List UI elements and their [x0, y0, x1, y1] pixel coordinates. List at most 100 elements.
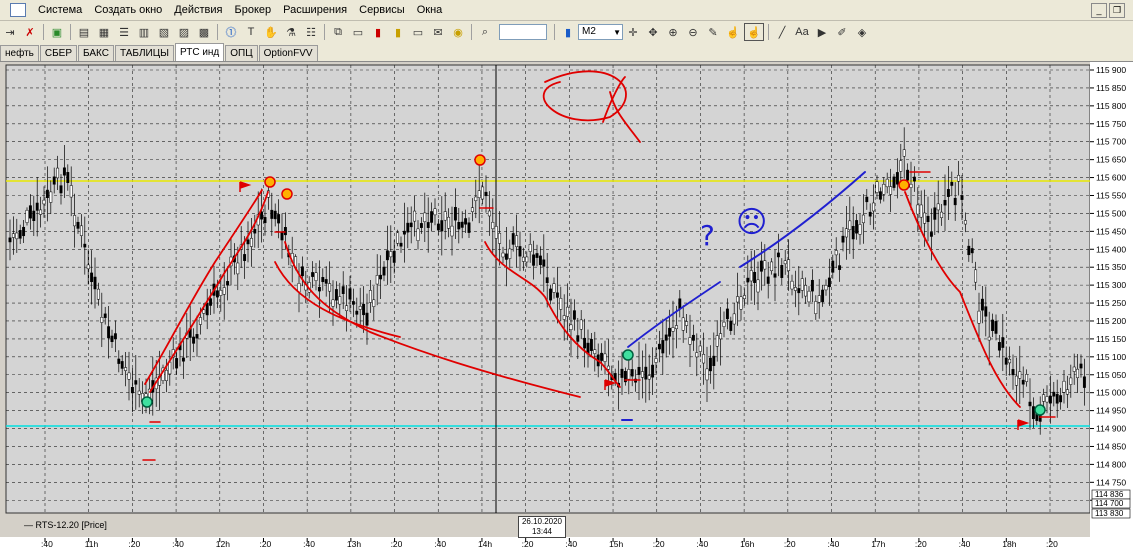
candle-body: [919, 204, 923, 218]
menu-create-window[interactable]: Создать окно: [88, 4, 168, 16]
candle-body: [457, 222, 461, 230]
search-icon[interactable]: ⌕: [476, 24, 494, 40]
candle-body: [817, 295, 821, 303]
candle-body: [960, 195, 964, 200]
bar-chart-icon[interactable]: ▮: [559, 24, 577, 40]
candle-body: [501, 252, 505, 258]
candle-body: [321, 277, 325, 283]
candle-body: [385, 250, 389, 261]
candle-body: [436, 223, 440, 231]
tab-sber[interactable]: СБЕР: [39, 45, 78, 61]
portfolio-icon[interactable]: ▧: [155, 24, 173, 40]
x-tick-label: :40: [172, 539, 184, 548]
layout-icon[interactable]: ⧉: [329, 24, 347, 40]
candle-body: [76, 221, 80, 229]
candle-body: [117, 358, 121, 364]
candle-body: [1082, 376, 1086, 388]
x-tick-label: :40: [303, 539, 315, 548]
candle-body: [736, 296, 740, 303]
candle-body: [579, 319, 583, 330]
candle-body: [300, 266, 304, 277]
trades-icon[interactable]: ▥: [135, 24, 153, 40]
alert-icon[interactable]: ⓵: [222, 24, 240, 40]
menu-broker[interactable]: Брокер: [229, 4, 278, 16]
candle-body: [277, 214, 281, 224]
tab-rts-index[interactable]: РТС инд: [174, 43, 225, 61]
script-icon[interactable]: ☷: [302, 24, 320, 40]
candle-body: [273, 210, 277, 220]
menu-services[interactable]: Сервисы: [353, 4, 411, 16]
candle-body: [409, 222, 413, 228]
chart-yellow-icon[interactable]: ▮: [389, 24, 407, 40]
candle-body: [664, 334, 668, 341]
candle-body: [902, 149, 906, 157]
zoom-out-icon[interactable]: ⊖: [684, 24, 702, 40]
legend-label: RTS-12.20 [Price]: [35, 520, 107, 530]
disconnect-icon[interactable]: ✗: [21, 24, 39, 40]
candle-body: [66, 172, 70, 184]
mail-icon[interactable]: ✉: [429, 24, 447, 40]
hand-active-icon[interactable]: ☝: [744, 23, 764, 41]
search-input[interactable]: [499, 24, 547, 40]
line-tool-icon[interactable]: ╱: [773, 24, 791, 40]
chart-red-icon[interactable]: ▮: [369, 24, 387, 40]
candle-body: [11, 233, 15, 238]
arrow-tool-icon[interactable]: ▶: [813, 24, 831, 40]
new-window-icon[interactable]: ▣: [48, 24, 66, 40]
tab-tables[interactable]: ТАБЛИЦЫ: [114, 45, 174, 61]
menu-windows[interactable]: Окна: [411, 4, 449, 16]
app-icon[interactable]: [10, 3, 26, 17]
tab-neft[interactable]: нефть: [0, 45, 39, 61]
candle-body: [518, 246, 522, 257]
candle-body: [834, 250, 838, 256]
tab-baks[interactable]: БАКС: [78, 45, 114, 61]
tab-optionfvv[interactable]: OptionFVV: [258, 45, 318, 61]
candle-body: [630, 369, 634, 377]
price-chart[interactable]: 115 900 115 850 115 800 115 750 115 700 115 6…: [0, 62, 1133, 548]
crosshair-icon[interactable]: ✛: [624, 24, 642, 40]
pencil-icon[interactable]: ✎: [704, 24, 722, 40]
candle-body: [430, 211, 434, 223]
candle-body: [722, 321, 726, 327]
report-icon[interactable]: ▩: [195, 24, 213, 40]
zoom-in-icon[interactable]: ⊕: [664, 24, 682, 40]
candle-body: [980, 298, 984, 311]
move-icon[interactable]: ✥: [644, 24, 662, 40]
candle-body: [345, 305, 349, 311]
price-badge-label: 113 830: [1095, 509, 1124, 518]
database-icon[interactable]: ◉: [449, 24, 467, 40]
minimize-icon[interactable]: _: [1091, 3, 1107, 18]
candle-body: [705, 368, 709, 381]
hand-tool-icon[interactable]: ☝: [724, 24, 742, 40]
candle-body: [494, 226, 498, 239]
chart-window[interactable]: 115 900 115 850 115 800 115 750 115 700 115 6…: [0, 62, 1133, 548]
candle-body: [508, 248, 512, 259]
text-size-icon[interactable]: Aa: [793, 24, 811, 40]
orders-icon[interactable]: ☰: [115, 24, 133, 40]
restore-icon[interactable]: ❐: [1109, 3, 1125, 18]
x-tick-label: :20: [522, 539, 534, 548]
candle-body: [997, 342, 1001, 351]
table-icon[interactable]: ▦: [95, 24, 113, 40]
text-tool-icon[interactable]: T: [242, 24, 260, 40]
connect-icon[interactable]: ⇥: [1, 24, 19, 40]
positions-icon[interactable]: ▨: [175, 24, 193, 40]
candle-body: [844, 228, 848, 238]
candle-body: [1069, 377, 1073, 385]
eraser-icon[interactable]: ◈: [853, 24, 871, 40]
hand-icon[interactable]: ✋: [262, 24, 280, 40]
chart-window-icon[interactable]: ▭: [349, 24, 367, 40]
indicator-icon[interactable]: ⚗: [282, 24, 300, 40]
y-tick-label: 114 850: [1096, 441, 1126, 451]
tab-options[interactable]: ОПЦ: [225, 45, 258, 61]
quote-icon[interactable]: ▤: [75, 24, 93, 40]
menu-actions[interactable]: Действия: [168, 4, 228, 16]
menu-system[interactable]: Система: [32, 4, 88, 16]
chart-save-icon[interactable]: ▭: [409, 24, 427, 40]
menu-extensions[interactable]: Расширения: [277, 4, 353, 16]
marker-icon[interactable]: ✐: [833, 24, 851, 40]
timeframe-select[interactable]: M2 ▼: [578, 24, 623, 40]
y-tick-label: 115 550: [1096, 190, 1126, 200]
candle-body: [45, 189, 49, 198]
candle-body: [246, 239, 250, 245]
